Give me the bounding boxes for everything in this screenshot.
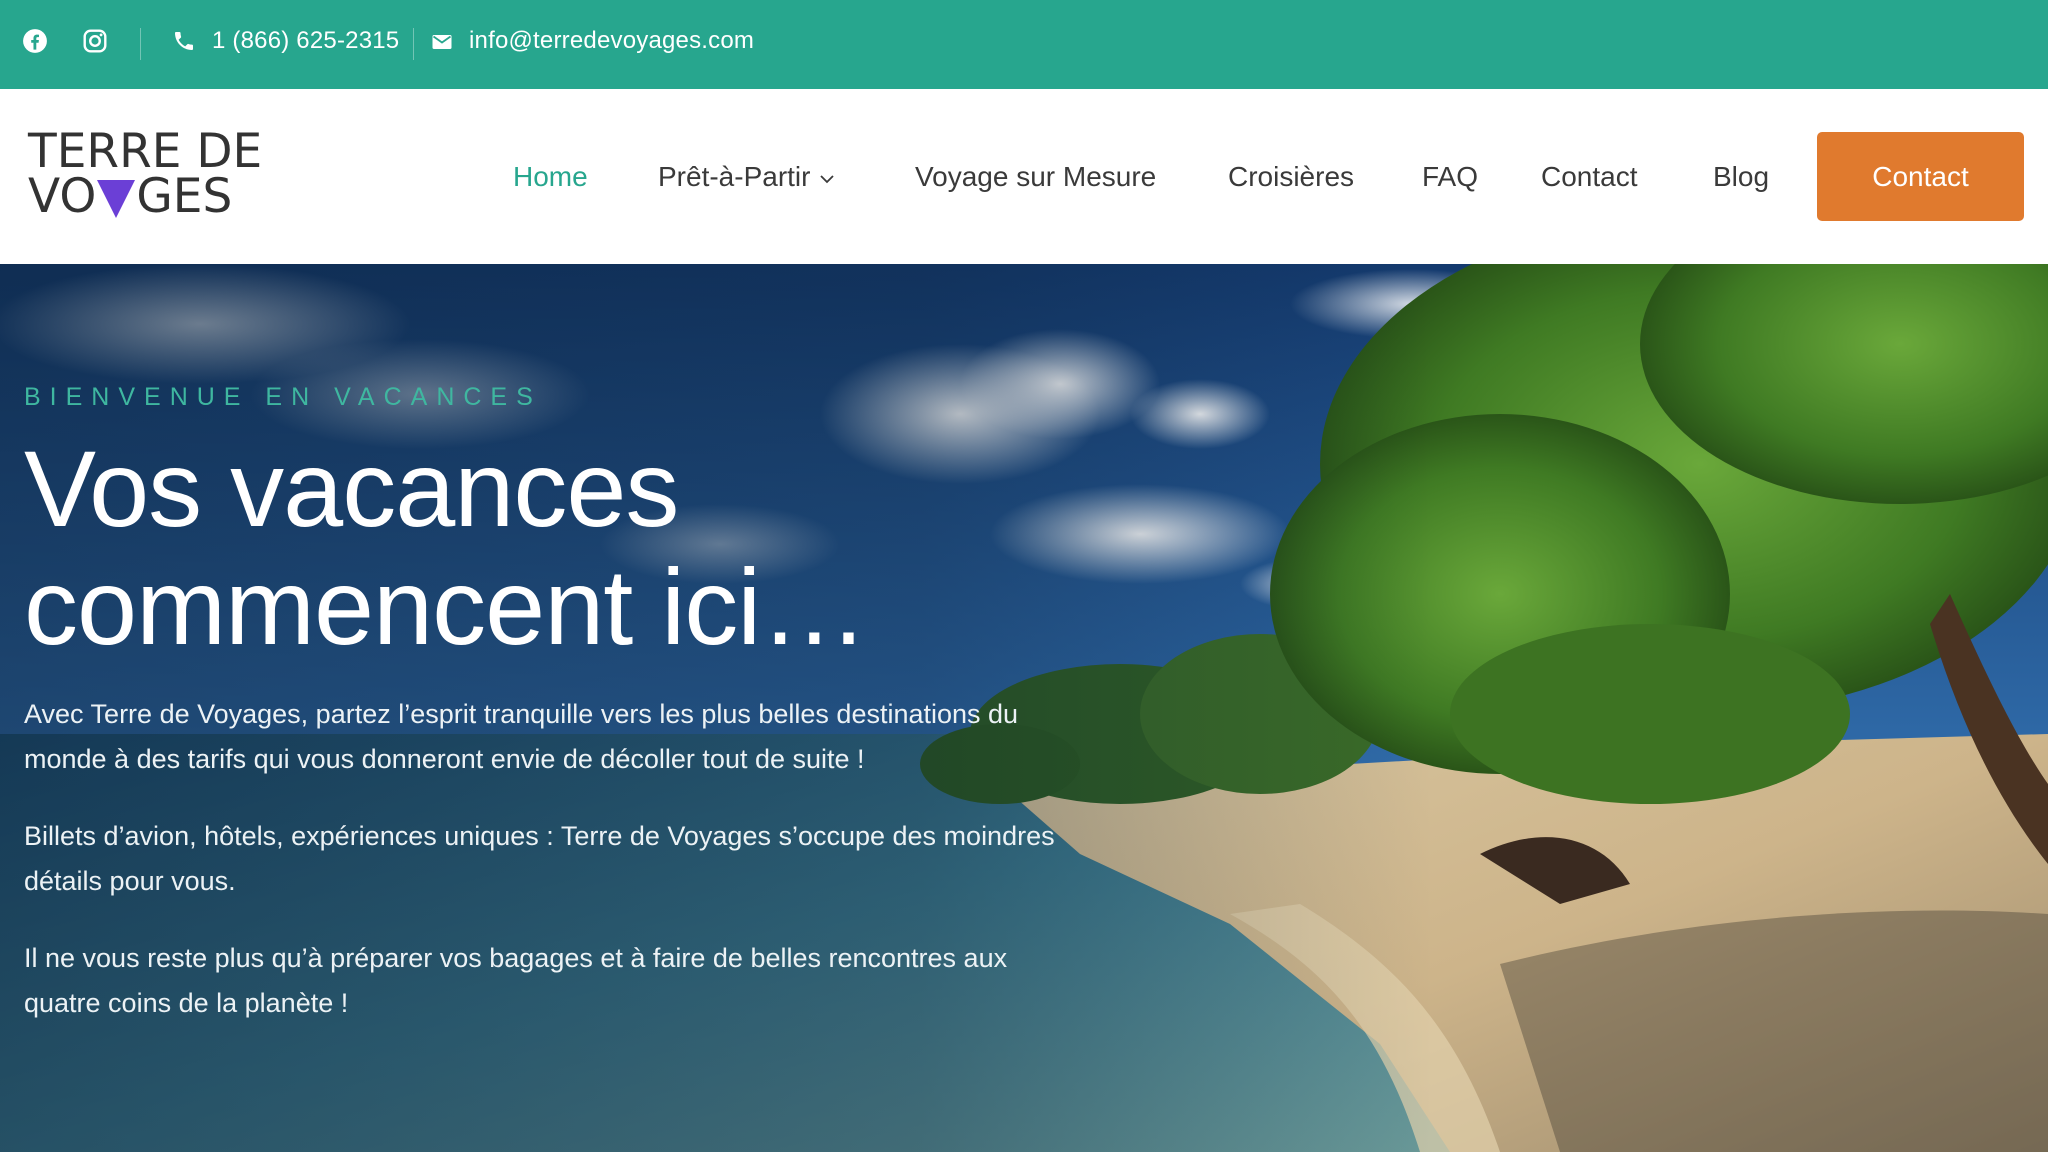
hero-title-line-2: commencent ici… — [24, 546, 868, 667]
nav-item-faq[interactable]: FAQ — [1422, 159, 1478, 195]
hero-title: Vos vacances commencent ici… — [24, 430, 1064, 666]
hero-paragraph-3: Il ne vous reste plus qu’à préparer vos … — [24, 943, 1008, 1018]
logo-line-1: TERRE DE — [28, 124, 263, 179]
site-header: TERRE DE VO GES Home Prêt-à-Partir Voyage… — [0, 89, 2048, 264]
email-address[interactable]: info@terredevoyages.com — [469, 24, 754, 58]
hero-content: BIENVENUE EN VACANCES Vos vacances comme… — [24, 382, 1064, 1026]
logo[interactable]: TERRE DE VO GES — [28, 124, 268, 224]
chevron-down-icon — [820, 174, 835, 183]
logo-triangle-icon — [97, 179, 136, 218]
contact-button[interactable]: Contact — [1817, 132, 2024, 221]
facebook-icon[interactable] — [22, 28, 48, 54]
hero-title-line-1: Vos vacances — [24, 428, 679, 549]
instagram-icon[interactable] — [82, 28, 108, 54]
top-bar: 1 (866) 625-2315 info@terredevoyages.com — [0, 0, 2048, 90]
logo-line-2: VO GES — [28, 169, 268, 224]
hero-paragraph-2: Billets d’avion, hôtels, expériences uni… — [24, 821, 1055, 896]
hero-eyebrow: BIENVENUE EN VACANCES — [24, 383, 542, 411]
nav-item-voyage-sur-mesure[interactable]: Voyage sur Mesure — [915, 159, 1156, 195]
mail-icon — [432, 35, 452, 49]
nav-item-label: Prêt-à-Partir — [658, 161, 811, 192]
nav-item-blog[interactable]: Blog — [1713, 159, 1769, 195]
hero-section: BIENVENUE EN VACANCES Vos vacances comme… — [0, 264, 2048, 1152]
nav-item-contact[interactable]: Contact — [1541, 159, 1638, 195]
nav-item-pret-a-partir[interactable]: Prêt-à-Partir — [658, 159, 836, 195]
nav-item-home[interactable]: Home — [513, 159, 588, 195]
nav-item-croisieres[interactable]: Croisières — [1228, 159, 1354, 195]
topbar-divider — [140, 28, 141, 60]
logo-line-2-suffix: GES — [136, 169, 233, 224]
phone-icon — [175, 32, 193, 50]
topbar-divider — [413, 28, 414, 60]
logo-line-2-prefix: VO — [28, 169, 97, 224]
phone-number[interactable]: 1 (866) 625-2315 — [212, 24, 399, 58]
hero-paragraph-1: Avec Terre de Voyages, partez l’esprit t… — [24, 699, 1019, 774]
